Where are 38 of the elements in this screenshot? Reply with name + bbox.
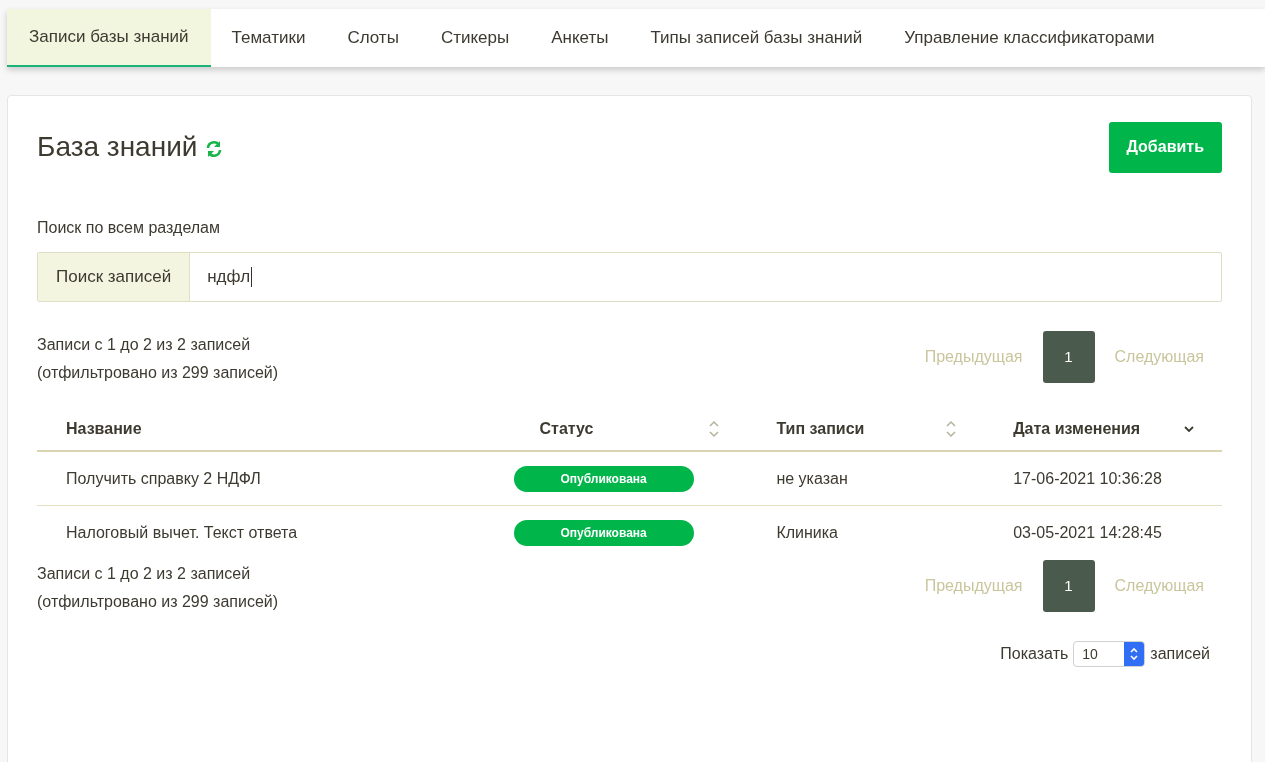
page-button[interactable]: 1: [1042, 331, 1095, 383]
table-cell-text: 03-05-2021 14:28:45: [1013, 523, 1162, 543]
page-button[interactable]: 1: [1042, 560, 1095, 612]
tab[interactable]: Анкеты: [530, 9, 630, 67]
sort-icon: [709, 419, 720, 438]
refresh-icon[interactable]: [205, 140, 224, 158]
status-badge: Опубликована: [513, 520, 694, 546]
search-label: Поиск по всем разделам: [37, 218, 221, 238]
page-title: База знаний: [37, 130, 198, 164]
tab[interactable]: Слоты: [326, 9, 420, 67]
tab[interactable]: Стикеры: [419, 9, 531, 67]
tab[interactable]: Управление классификаторами: [883, 9, 1176, 67]
stepper-icon: [1129, 647, 1140, 661]
status-badge: Опубликована: [513, 465, 694, 492]
entries-label: записей: [1150, 644, 1210, 664]
table-cell-text: Клиника: [776, 523, 838, 543]
tab[interactable]: Тематики: [210, 9, 327, 67]
search-field[interactable]: Поиск записей ндфл: [37, 252, 1222, 302]
records-info: (отфильтровано из 299 записей): [37, 363, 279, 383]
column-header[interactable]: Статус: [510, 416, 748, 441]
table-cell-text: не указан: [776, 468, 848, 489]
sort-icon: [946, 419, 957, 438]
records-info: Записи с 1 до 2 из 2 записей: [37, 335, 252, 355]
records-info: Записи с 1 до 2 из 2 записей: [37, 564, 252, 584]
column-header[interactable]: Название: [37, 416, 511, 441]
show-label: Показать: [1000, 644, 1069, 664]
table-cell[interactable]: Получить справку 2 НДФЛ: [66, 466, 261, 491]
sort-desc-icon: [1184, 424, 1194, 433]
tab[interactable]: Типы записей базы знаний: [629, 9, 884, 67]
column-header[interactable]: Тип записи: [747, 416, 985, 441]
search-addon: Поиск записей: [38, 253, 191, 301]
tab[interactable]: Записи базы знаний: [7, 9, 211, 67]
records-info: (отфильтровано из 299 записей): [37, 592, 279, 612]
page-length-select[interactable]: 10: [1073, 641, 1146, 667]
table-cell[interactable]: Налоговый вычет. Текст ответа: [66, 521, 298, 545]
table-cell-text: 17-06-2021 10:36:28: [1013, 468, 1162, 489]
search-value: ндфл: [207, 266, 251, 289]
column-header[interactable]: Дата изменения: [984, 416, 1222, 441]
